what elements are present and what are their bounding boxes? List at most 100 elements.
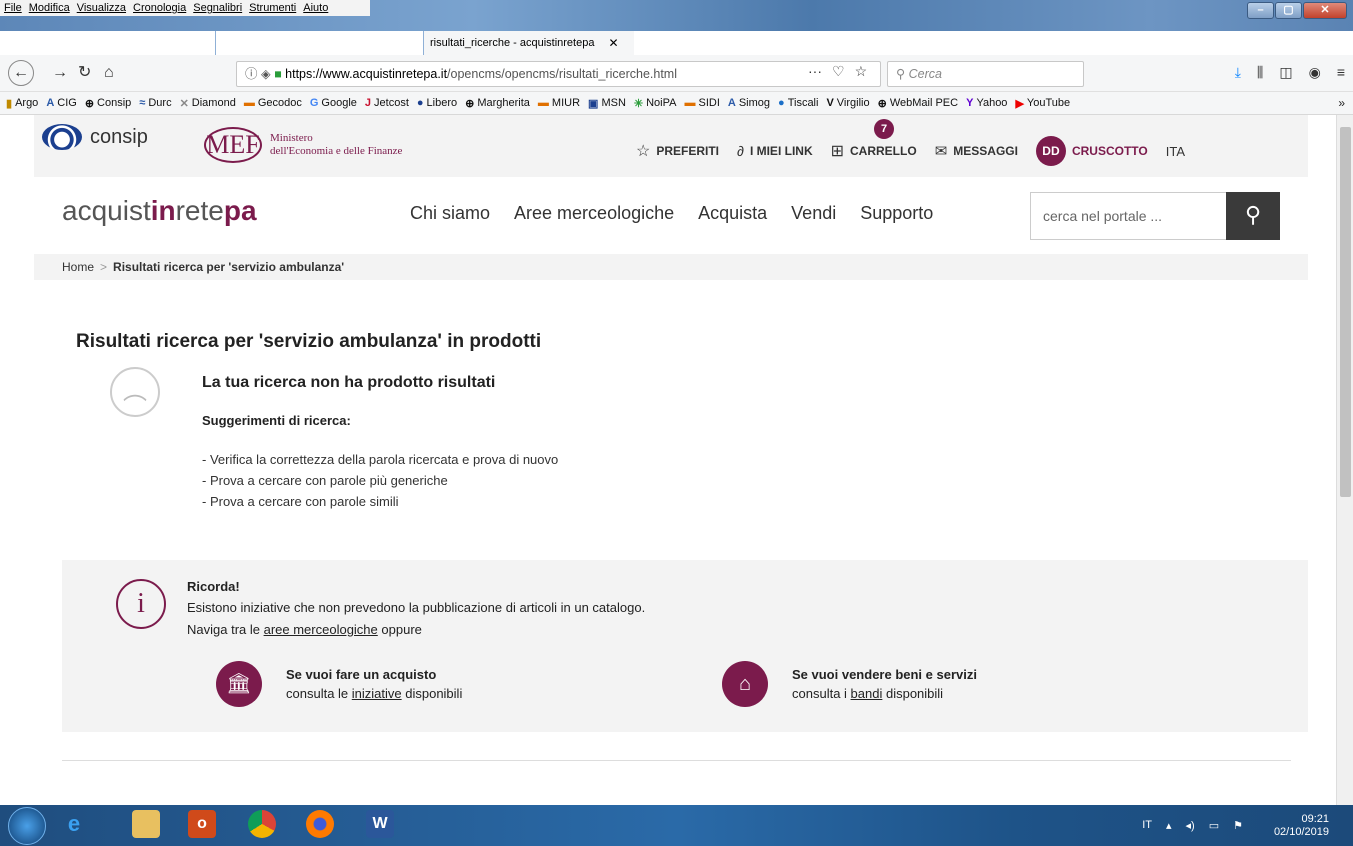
toolbar-right: ⤓ ⫼ ◫ ◉ ≡: [1235, 64, 1345, 81]
close-tab-icon[interactable]: ✕: [394, 36, 404, 50]
language-selector[interactable]: ITA: [1166, 140, 1247, 162]
tab-risultati[interactable]: risultati_ricerche - acquistinretepa ✕: [424, 31, 634, 55]
scrollbar-thumb[interactable]: [1340, 127, 1351, 497]
word-icon[interactable]: W: [366, 810, 394, 838]
site-search-button[interactable]: ⚲: [1226, 192, 1280, 240]
bookmarks-overflow-icon[interactable]: »: [1338, 96, 1345, 110]
maximize-button[interactable]: ▢: [1275, 2, 1302, 19]
tray-expand-icon[interactable]: ▴: [1166, 819, 1172, 832]
bookmark-jetcost[interactable]: J Jetcost: [365, 97, 409, 109]
close-tab-icon[interactable]: ✕: [184, 36, 194, 50]
messaggi-link[interactable]: ✉ MESSAGGI: [935, 142, 1018, 160]
url-bar[interactable]: ⓘ ◈ ■ https://www.acquistinretepa.it/ope…: [236, 61, 881, 87]
bookmark-simog[interactable]: A Simog: [728, 97, 770, 109]
browser-search-input[interactable]: ⚲ Cerca: [887, 61, 1084, 87]
tab-liceo[interactable]: Sito ufficiale del Liceo Regina Marg ✕: [0, 31, 216, 55]
page-actions-icon[interactable]: ···: [808, 63, 822, 80]
library-icon[interactable]: ⫼: [1257, 64, 1263, 81]
nav-chi-siamo[interactable]: Chi siamo: [410, 203, 490, 224]
nav-acquista[interactable]: Acquista: [698, 203, 767, 224]
site-search-input[interactable]: cerca nel portale ...: [1030, 192, 1228, 240]
bookmark-noipa[interactable]: ✳ NoiPA: [634, 97, 677, 110]
menu-aiuto[interactable]: Aiuto: [303, 0, 328, 16]
bookmark-libero[interactable]: ● Libero: [417, 97, 457, 109]
close-window-button[interactable]: ✕: [1303, 2, 1347, 19]
clock[interactable]: 09:21 02/10/2019: [1274, 813, 1329, 839]
aree-merceologiche-link[interactable]: aree merceologiche: [264, 622, 378, 637]
account-icon[interactable]: ◉: [1309, 64, 1321, 81]
bookmark-sidi[interactable]: ▬ SIDI: [684, 97, 719, 109]
language-indicator[interactable]: IT: [1142, 819, 1152, 832]
bookmark-diamond[interactable]: ✕ Diamond: [180, 97, 236, 110]
menu-segnalibri[interactable]: Segnalibri: [193, 0, 242, 16]
home-icon[interactable]: ⌂: [104, 63, 114, 83]
sell-subtitle: consulta i bandi disponibili: [792, 686, 944, 701]
menu-strumenti[interactable]: Strumenti: [249, 0, 296, 16]
miei-link-link[interactable]: ∂ I MIEI LINK: [737, 143, 813, 159]
forward-icon[interactable]: →: [52, 63, 68, 83]
breadcrumb: Home > Risultati ricerca per 'servizio amb…: [34, 254, 1308, 280]
bookmark-durc[interactable]: ≈ Durc: [139, 97, 171, 109]
bandi-link[interactable]: bandi: [851, 686, 883, 701]
bookmark-webmail-pec[interactable]: ⊕ WebMail PEC: [878, 97, 958, 110]
back-icon[interactable]: ←: [8, 60, 34, 86]
office-icon[interactable]: o: [188, 810, 216, 838]
mef-logo[interactable]: MEF Ministero dell'Economia e delle Fina…: [204, 127, 402, 163]
tab-webmail[interactable]: WebMail Aruba - Posta in arriv ✕: [216, 31, 424, 55]
bookmark-argo[interactable]: ▮ Argo: [6, 97, 38, 110]
bookmark-msn[interactable]: ▣ MSN: [588, 97, 626, 110]
nav-vendi[interactable]: Vendi: [791, 203, 836, 224]
sell-title: Se vuoi vendere beni e servizi: [792, 667, 977, 682]
preferiti-link[interactable]: ☆ PREFERITI: [636, 141, 719, 161]
bookmark-cig[interactable]: A CIG: [46, 97, 77, 109]
bookmark-yahoo[interactable]: Y Yahoo: [966, 97, 1007, 109]
web-page: consip MEF Ministero dell'Economia e del…: [0, 115, 1336, 805]
acquistinretepa-logo[interactable]: acquistinretepa: [62, 195, 257, 227]
file-explorer-icon[interactable]: [132, 810, 160, 838]
bookmark-gecodoc[interactable]: ▬ Gecodoc: [244, 97, 302, 109]
info-icon[interactable]: ⓘ: [245, 67, 258, 81]
page-scrollbar[interactable]: [1336, 115, 1353, 805]
aruba-icon: [222, 37, 234, 49]
minimize-button[interactable]: –: [1247, 2, 1274, 19]
download-icon[interactable]: ⤓: [1235, 64, 1241, 81]
bookmark-tiscali[interactable]: ● Tiscali: [778, 97, 818, 109]
hamburger-menu-icon[interactable]: ≡: [1337, 64, 1345, 81]
breadcrumb-home[interactable]: Home: [62, 260, 94, 274]
sidebar-icon[interactable]: ◫: [1279, 64, 1292, 81]
bookmark-miur[interactable]: ▬ MIUR: [538, 97, 580, 109]
pocket-icon[interactable]: ♡: [832, 63, 845, 80]
carrello-link[interactable]: ⊞ CARRELLO: [831, 141, 917, 161]
nav-supporto[interactable]: Supporto: [860, 203, 933, 224]
shield-icon[interactable]: ◈: [261, 67, 271, 81]
consip-logo[interactable]: consip: [42, 124, 148, 150]
menu-file[interactable]: File: [4, 0, 22, 16]
bookmark-consip[interactable]: ⊕ Consip: [85, 97, 131, 110]
divider: [62, 760, 1291, 761]
start-button[interactable]: [8, 807, 46, 845]
menu-cronologia[interactable]: Cronologia: [133, 0, 186, 16]
remind-panel: i Ricorda! Esistono iniziative che non p…: [62, 560, 1308, 732]
flag-icon[interactable]: ⚑: [1233, 819, 1243, 832]
bookmark-margherita[interactable]: ⊕ Margherita: [465, 97, 530, 110]
bookmark-google[interactable]: G Google: [310, 97, 357, 109]
iniziative-link[interactable]: iniziative: [352, 686, 402, 701]
tab-strip: Sito ufficiale del Liceo Regina Marg ✕ W…: [0, 31, 1353, 55]
close-tab-icon[interactable]: ✕: [608, 36, 618, 50]
reload-icon[interactable]: ↻: [78, 63, 91, 83]
menu-modifica[interactable]: Modifica: [29, 0, 70, 16]
menu-visualizza[interactable]: Visualizza: [77, 0, 126, 16]
sell-action: ⌂ Se vuoi vendere beni e servizi consult…: [722, 661, 977, 707]
chrome-icon[interactable]: [248, 810, 276, 838]
bookmark-star-icon[interactable]: ☆: [855, 63, 868, 80]
firefox-icon[interactable]: [306, 810, 334, 838]
internet-explorer-icon[interactable]: e: [60, 810, 88, 838]
cruscotto-link[interactable]: DD CRUSCOTTO: [1035, 136, 1148, 166]
buy-title: Se vuoi fare un acquisto: [286, 667, 437, 682]
bookmark-virgilio[interactable]: V Virgilio: [826, 97, 869, 109]
network-icon[interactable]: ▭: [1209, 819, 1219, 832]
nav-aree-merceologiche[interactable]: Aree merceologiche: [514, 203, 674, 224]
new-tab-icon[interactable]: +: [634, 31, 661, 55]
bookmark-youtube[interactable]: ▶ YouTube: [1015, 97, 1070, 110]
volume-icon[interactable]: ◂): [1186, 819, 1195, 832]
